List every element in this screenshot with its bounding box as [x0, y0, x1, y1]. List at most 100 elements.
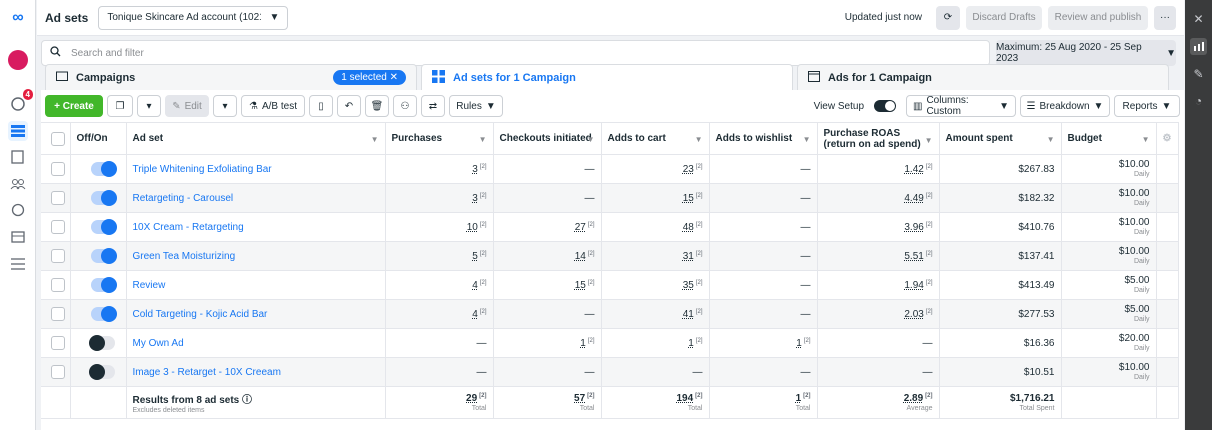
cell-value[interactable]: —	[801, 193, 811, 204]
tab-campaigns[interactable]: Campaigns 1 selected ✕	[45, 64, 417, 90]
cell-value[interactable]: 2.03	[904, 309, 923, 320]
audience-button[interactable]: ⚇	[393, 95, 417, 117]
cell-value[interactable]: —	[693, 367, 703, 378]
date-range-picker[interactable]: Maximum: 25 Aug 2020 - 25 Sep 2023 ▼	[996, 40, 1176, 66]
row-checkbox[interactable]	[51, 336, 65, 350]
ab-test-button[interactable]: ⚗ A/B test	[241, 95, 305, 117]
meta-logo-icon[interactable]: ∞	[8, 8, 28, 28]
cell-value[interactable]: —	[585, 309, 595, 320]
duplicate-dropdown[interactable]: ▾	[137, 95, 161, 117]
table-row[interactable]: Image 3 - Retarget - 10X Creeam — — — — — $10.…	[41, 357, 1179, 387]
adset-on-off-toggle[interactable]	[88, 364, 115, 380]
cell-value[interactable]: 4	[472, 309, 478, 320]
budget-cell[interactable]: $10.00 Daily	[1061, 154, 1157, 184]
budget-cell[interactable]: $10.00 Daily	[1061, 241, 1157, 271]
account-selector[interactable]: Tonique Skincare Ad account (102117... ▼	[98, 5, 289, 30]
cell-value[interactable]: 1	[688, 338, 694, 349]
adset-name-link[interactable]: Retargeting - Carousel	[133, 193, 234, 204]
select-all-checkbox[interactable]	[51, 131, 65, 146]
selected-count-pill[interactable]: 1 selected ✕	[333, 70, 406, 85]
row-checkbox[interactable]	[51, 249, 65, 263]
undo-button[interactable]: ↶	[337, 95, 361, 117]
adset-name-link[interactable]: Triple Whitening Exfoliating Bar	[133, 164, 272, 175]
billing-icon[interactable]	[8, 227, 28, 247]
cell-value[interactable]: 1.94	[904, 280, 923, 291]
adset-on-off-toggle[interactable]	[88, 335, 115, 351]
col-header-roas[interactable]: Purchase ROAS (return on ad spend) ▼	[817, 122, 940, 155]
adset-name-link[interactable]: Review	[133, 280, 166, 291]
cell-value[interactable]: —	[801, 367, 811, 378]
columns-dropdown[interactable]: ▥ Columns: Custom ▼	[906, 95, 1016, 117]
col-header-adds-to-cart[interactable]: Adds to cart ▼	[601, 122, 710, 155]
review-publish-button[interactable]: Review and publish	[1048, 5, 1148, 30]
cell-value[interactable]: 10	[467, 222, 478, 233]
cell-value[interactable]: 3	[472, 193, 478, 204]
cell-value[interactable]: 1	[796, 338, 802, 349]
row-checkbox[interactable]	[51, 220, 65, 234]
catalog-icon[interactable]	[8, 200, 28, 220]
edit-button[interactable]: ✎ Edit	[165, 95, 209, 117]
cell-value[interactable]: 31	[683, 251, 694, 262]
duplicate-button[interactable]: ❐	[107, 95, 133, 117]
all-tools-menu-icon[interactable]	[8, 254, 28, 274]
adset-on-off-toggle[interactable]	[90, 306, 117, 322]
budget-cell[interactable]: $20.00 Daily	[1061, 328, 1157, 358]
cell-value[interactable]: —	[801, 222, 811, 233]
edit-pencil-icon[interactable]: ✎	[1190, 65, 1207, 82]
cell-value[interactable]: —	[585, 367, 595, 378]
cell-value[interactable]: —	[923, 338, 933, 349]
view-setup-toggle[interactable]	[874, 100, 896, 112]
col-header-amount-spent[interactable]: Amount spent ▼	[939, 122, 1062, 155]
cell-value[interactable]: —	[923, 367, 933, 378]
account-avatar[interactable]	[8, 50, 28, 70]
cell-value[interactable]: 14	[575, 251, 586, 262]
cell-value[interactable]: —	[477, 338, 487, 349]
cell-value[interactable]: 5	[472, 251, 478, 262]
col-header-budget[interactable]: Budget ▼	[1061, 122, 1157, 155]
pages-icon[interactable]	[8, 147, 28, 167]
budget-cell[interactable]: $10.00 Daily	[1061, 212, 1157, 242]
preview-button[interactable]: ⇄	[421, 95, 445, 117]
cell-value[interactable]: —	[585, 193, 595, 204]
notifications-icon[interactable]: 4	[8, 89, 33, 114]
adset-name-link[interactable]: Green Tea Moisturizing	[133, 251, 236, 262]
adset-name-link[interactable]: Image 3 - Retarget - 10X Creeam	[133, 367, 281, 378]
adset-name-link[interactable]: 10X Cream - Retargeting	[133, 222, 244, 233]
delete-button[interactable]: 🗑	[365, 95, 389, 117]
adset-on-off-toggle[interactable]	[90, 190, 117, 206]
table-row[interactable]: My Own Ad —1 [2] 1 [2] 1 [2] — $16.36 $20.00 Daily	[41, 328, 1179, 358]
charts-icon[interactable]	[1190, 38, 1207, 55]
table-row[interactable]: 10X Cream - Retargeting 10 [2] 27 [2] 48 [2] — 3…	[41, 212, 1179, 242]
reports-dropdown[interactable]: Reports ▼	[1114, 95, 1180, 117]
audiences-icon[interactable]	[8, 174, 28, 194]
cell-value[interactable]: 15	[683, 193, 694, 204]
col-header-checkouts[interactable]: Checkouts initiated ▼	[493, 122, 602, 155]
tab-adsets[interactable]: Ad sets for 1 Campaign	[421, 64, 793, 90]
discard-drafts-button[interactable]: Discard Drafts	[966, 5, 1042, 30]
table-row[interactable]: Green Tea Moisturizing 5 [2] 14 [2] 31 [2] — 5.5…	[41, 241, 1179, 271]
cell-value[interactable]: 27	[575, 222, 586, 233]
more-options-button[interactable]: ···	[1154, 5, 1176, 30]
table-row[interactable]: Cold Targeting - Kojic Acid Bar 4 [2] — 41 [2…	[41, 299, 1179, 329]
cell-value[interactable]: —	[801, 309, 811, 320]
row-checkbox[interactable]	[51, 307, 65, 321]
cell-value[interactable]: 3.96	[904, 222, 923, 233]
adset-name-link[interactable]: My Own Ad	[133, 338, 184, 349]
adset-on-off-toggle[interactable]	[90, 248, 117, 264]
refresh-button[interactable]: ⟳	[936, 5, 960, 30]
adset-name-link[interactable]: Cold Targeting - Kojic Acid Bar	[133, 309, 268, 320]
table-row[interactable]: Retargeting - Carousel 3 [2] — 15 [2] — 4.49 [2]…	[41, 183, 1179, 213]
cell-value[interactable]: 1	[580, 338, 586, 349]
ads-manager-table-icon[interactable]	[8, 121, 28, 141]
cell-value[interactable]: 1.42	[904, 164, 923, 175]
cell-value[interactable]: 48	[683, 222, 694, 233]
row-checkbox[interactable]	[51, 365, 65, 379]
table-row[interactable]: Triple Whitening Exfoliating Bar 3 [2] — 23[…	[41, 154, 1179, 184]
cell-value[interactable]: 4.49	[904, 193, 923, 204]
col-header-adds-to-wishlist[interactable]: Adds to wishlist ▼	[709, 122, 818, 155]
row-checkbox[interactable]	[51, 162, 65, 176]
tab-ads[interactable]: Ads for 1 Campaign	[797, 64, 1169, 90]
cell-value[interactable]: 4	[472, 280, 478, 291]
cell-value[interactable]: 15	[575, 280, 586, 291]
cell-value[interactable]: 35	[683, 280, 694, 291]
